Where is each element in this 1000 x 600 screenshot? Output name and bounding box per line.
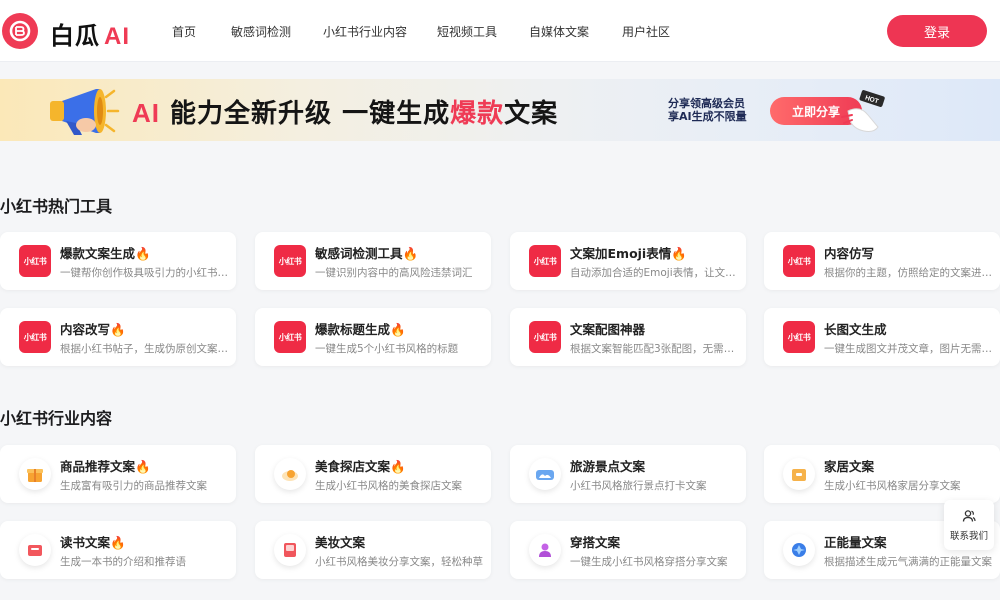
tool-card-long-article[interactable]: 小红书 长图文生成 一键生成图文并茂文章，图片无需版权 [764,308,1000,366]
banner-subtext-line2: 享AI生成不限量 [668,110,747,123]
section-title-industry: 小红书行业内容 [0,409,113,428]
banner-headline-part2: 文案 [504,99,559,129]
xiaohongshu-icon: 小红书 [529,245,561,277]
card-title: 文案加Emoji表情🔥 [570,246,687,261]
contact-us-label: 联系我们 [949,531,988,542]
nav-media-copy[interactable]: 自媒体文案 [529,23,589,40]
card-desc: 生成小红书风格家居分享文案 [824,480,961,492]
contact-us-button[interactable]: 联系我们 [944,500,994,550]
card-title: 爆款文案生成🔥 [60,246,151,261]
card-title: 正能量文案 [824,535,887,550]
login-button[interactable]: 登录 [887,15,987,47]
book-icon [19,534,51,566]
tool-card-image-match[interactable]: 小红书 文案配图神器 根据文案智能匹配3张配图，无需版权 [510,308,746,366]
industry-card-product[interactable]: 商品推荐文案🔥 生成富有吸引力的商品推荐文案 [0,445,236,503]
card-desc: 一键生成小红书风格穿搭分享文案 [570,556,728,568]
xiaohongshu-icon: 小红书 [274,245,306,277]
megaphone-icon [50,89,120,135]
outfit-icon [529,534,561,566]
card-title: 内容改写🔥 [60,322,126,337]
nav-community[interactable]: 用户社区 [622,23,670,40]
card-title: 穿搭文案 [570,535,621,550]
card-title: 爆款标题生成🔥 [315,322,406,337]
industry-card-travel[interactable]: 旅游景点文案 小红书风格旅行景点打卡文案 [510,445,746,503]
xiaohongshu-icon: 小红书 [274,321,306,353]
positive-energy-icon [783,534,815,566]
section-title-hot-tools: 小红书热门工具 [0,197,113,216]
card-desc: 生成富有吸引力的商品推荐文案 [60,480,207,492]
card-desc: 一键生成图文并茂文章，图片无需版权 [824,343,992,355]
card-title: 读书文案🔥 [60,535,126,550]
banner-subtext-line1: 分享领高级会员 [668,97,745,110]
card-title: 家居文案 [824,459,875,474]
food-plate-icon [274,458,306,490]
xiaohongshu-icon: 小红书 [529,321,561,353]
top-header: 白瓜 AI 首页 敏感词检测 小红书行业内容 短视频工具 自媒体文案 用户社区 登… [0,0,1000,62]
card-title: 敏感词检测工具🔥 [315,246,419,261]
tool-card-viral-copy[interactable]: 小红书 爆款文案生成🔥 一键帮你创作极具吸引力的小红书文案 [0,232,236,290]
industry-card-outfit[interactable]: 穿搭文案 一键生成小红书风格穿搭分享文案 [510,521,746,579]
xiaohongshu-icon: 小红书 [19,245,51,277]
card-desc: 小红书风格旅行景点打卡文案 [570,480,707,492]
user-group-icon [962,510,976,522]
card-desc: 自动添加合适的Emoji表情，让文案更生动 [570,267,738,279]
card-desc: 一键识别内容中的高风险违禁词汇 [315,267,473,279]
nav-xhs-industry[interactable]: 小红书行业内容 [323,23,407,40]
banner-headline: AI 能力全新升级 一键生成爆款文案 [132,93,558,130]
industry-card-makeup[interactable]: 美妆文案 小红书风格美妆分享文案，轻松种草 [255,521,491,579]
pointing-hand-icon: HOT [841,90,885,132]
banner-subtext: 分享领高级会员 享AI生成不限量 [668,97,747,123]
industry-card-home[interactable]: 家居文案 生成小红书风格家居分享文案 [764,445,1000,503]
card-title: 美妆文案 [315,535,366,550]
nav-sensitive-words[interactable]: 敏感词检测 [231,23,291,40]
card-desc: 生成一本书的介绍和推荐语 [60,556,186,568]
industry-card-book[interactable]: 读书文案🔥 生成一本书的介绍和推荐语 [0,521,236,579]
home-box-icon [783,458,815,490]
tool-card-sensitive-words[interactable]: 小红书 敏感词检测工具🔥 一键识别内容中的高风险违禁词汇 [255,232,491,290]
card-desc: 根据小红书帖子，生成伪原创文案内容 [60,343,228,355]
main-nav: 首页 敏感词检测 小红书行业内容 短视频工具 自媒体文案 用户社区 [0,0,1000,62]
xiaohongshu-icon: 小红书 [783,321,815,353]
card-desc: 生成小红书风格的美食探店文案 [315,480,462,492]
gift-box-icon [19,458,51,490]
card-title: 美食探店文案🔥 [315,459,406,474]
tool-card-rewrite[interactable]: 小红书 内容改写🔥 根据小红书帖子，生成伪原创文案内容 [0,308,236,366]
card-title: 文案配图神器 [570,322,646,337]
tool-card-emoji[interactable]: 小红书 文案加Emoji表情🔥 自动添加合适的Emoji表情，让文案更生动 [510,232,746,290]
banner-headline-part1: 能力全新升级 一键生成 [160,99,451,129]
nav-home[interactable]: 首页 [172,23,196,40]
card-desc: 一键帮你创作极具吸引力的小红书文案 [60,267,228,279]
card-desc: 根据描述生成元气满满的正能量文案 [824,556,992,568]
card-desc: 一键生成5个小红书风格的标题 [315,343,459,355]
xiaohongshu-icon: 小红书 [19,321,51,353]
xiaohongshu-icon: 小红书 [783,245,815,277]
banner-headline-hot: 爆款 [450,99,505,129]
nav-short-video[interactable]: 短视频工具 [437,23,497,40]
promo-banner[interactable]: AI 能力全新升级 一键生成爆款文案 分享领高级会员 享AI生成不限量 立即分享… [0,79,1000,141]
industry-card-food[interactable]: 美食探店文案🔥 生成小红书风格的美食探店文案 [255,445,491,503]
banner-headline-ai: AI [132,98,160,128]
makeup-icon [274,534,306,566]
card-desc: 根据你的主题，仿照给定的文案进行创作 [824,267,992,279]
travel-cloud-icon [529,458,561,490]
tool-card-imitation[interactable]: 小红书 内容仿写 根据你的主题，仿照给定的文案进行创作 [764,232,1000,290]
card-title: 内容仿写 [824,246,875,261]
tool-card-viral-title[interactable]: 小红书 爆款标题生成🔥 一键生成5个小红书风格的标题 [255,308,491,366]
card-title: 旅游景点文案 [570,459,646,474]
card-desc: 小红书风格美妆分享文案，轻松种草 [315,556,483,568]
card-title: 商品推荐文案🔥 [60,459,151,474]
card-title: 长图文生成 [824,322,887,337]
card-desc: 根据文案智能匹配3张配图，无需版权 [570,343,738,355]
